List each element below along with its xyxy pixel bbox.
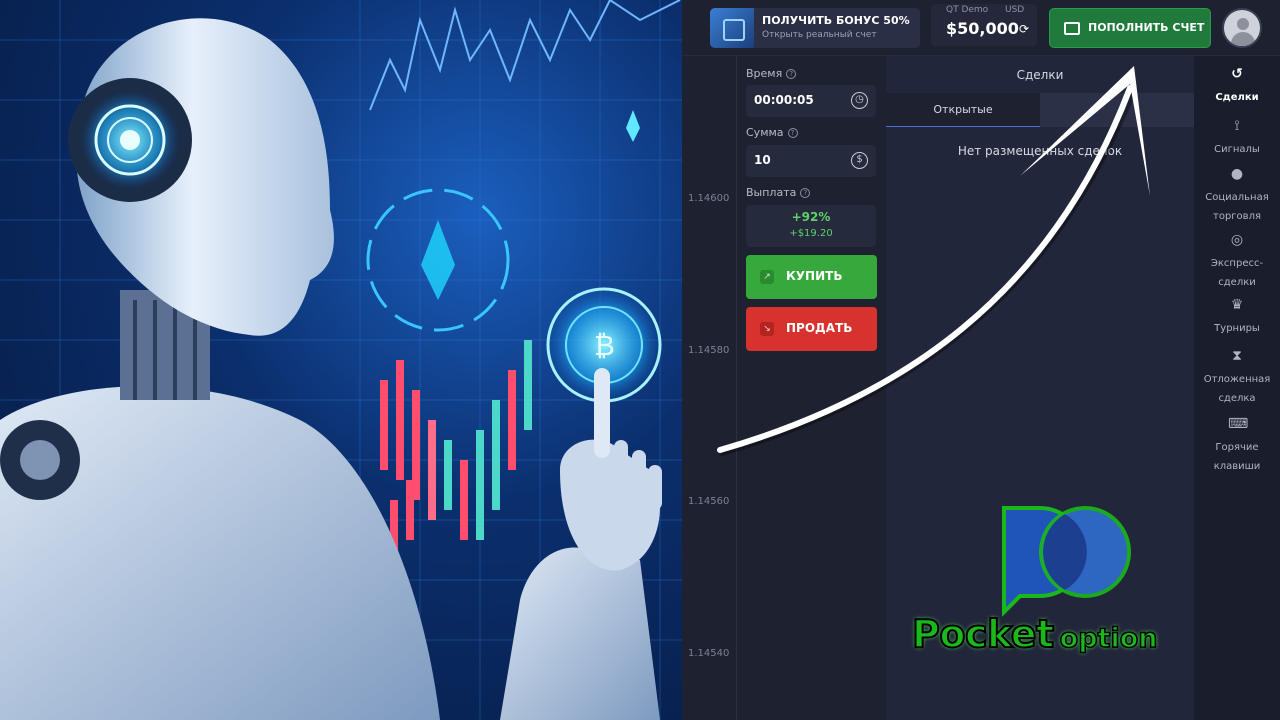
sidebar-item-label: Отложенная сделка [1203, 374, 1271, 404]
account-balance-selector[interactable]: QT Demo USD $50,000 ⟳ [931, 4, 1037, 46]
tab-closed-deals[interactable] [1040, 93, 1194, 127]
chart-price-scale[interactable]: 1.14600 1.14580 1.14560 1.14540 [682, 56, 738, 720]
sidebar-item-deals[interactable]: ↺ Сделки [1194, 66, 1280, 104]
price-line [369, 0, 681, 111]
help-icon[interactable]: ? [787, 128, 798, 138]
deals-title: Сделки [1016, 68, 1064, 82]
deals-tabs: Открытые [886, 93, 1194, 127]
gift-icon [710, 8, 754, 48]
bonus-subtitle: Открыть реальный счет [762, 30, 877, 40]
arrow-down-icon: ↘ [760, 322, 774, 336]
sidebar-item-label: Социальная торговля [1205, 192, 1269, 222]
logo-word-option: option [1059, 622, 1158, 655]
signal-icon: ⟟ [1234, 118, 1240, 134]
bonus-banner-button[interactable]: ПОЛУЧИТЬ БОНУС 50% Открыть реальный счет [710, 8, 920, 48]
top-bar: ПОЛУЧИТЬ БОНУС 50% Открыть реальный счет… [682, 0, 1280, 56]
bonus-title: ПОЛУЧИТЬ БОНУС 50% [762, 14, 910, 27]
keyboard-icon: ⌨ [1228, 416, 1249, 432]
empty-deals-message: Нет размещенных сделок [957, 144, 1123, 158]
sidebar-item-label: Горячие клавиши [1213, 442, 1261, 472]
price-tick: 1.14560 [688, 496, 730, 507]
sidebar-item-pending-deal[interactable]: ⧗ Отложенная сделка [1194, 348, 1280, 405]
payout-label: Выплата [746, 186, 797, 199]
sidebar-item-tournaments[interactable]: ♛ Турниры [1194, 297, 1280, 335]
logo-word-pocket: Pocket [911, 611, 1055, 657]
user-icon-head [1237, 18, 1249, 30]
deposit-label: ПОПОЛНИТЬ СЧЕТ [1088, 21, 1205, 34]
clock-icon[interactable]: ◷ [851, 92, 868, 109]
target-icon: ◎ [1230, 232, 1244, 248]
screen: ₿ ПОЛУЧИТЬ БОНУС 50% Открыть реальный сч… [0, 0, 1280, 720]
wallet-icon [1064, 22, 1080, 35]
payout-label-row: Выплата? [746, 186, 811, 199]
sidebar-item-hotkeys[interactable]: ⌨ Горячие клавиши [1194, 416, 1280, 473]
people-icon: ● [1230, 166, 1244, 182]
sidebar-item-express-deals[interactable]: ◎ Экспресс-сделки [1194, 232, 1280, 289]
arrow-up-icon: ↗ [760, 270, 774, 284]
balance-amount: $50,000 [946, 19, 1019, 38]
amount-label-row: Сумма? [746, 126, 798, 139]
history-icon: ↺ [1231, 66, 1243, 82]
time-value: 00:00:05 [754, 93, 814, 107]
sidebar-item-label: Турниры [1214, 323, 1260, 334]
payout-percent: +92% [791, 210, 831, 224]
sidebar-item-label: Экспресс-сделки [1210, 258, 1264, 288]
buy-label: КУПИТЬ [786, 269, 843, 283]
time-label-row: Время? [746, 67, 797, 80]
avatar[interactable] [1222, 8, 1262, 48]
buy-button[interactable]: ↗ КУПИТЬ [746, 255, 877, 299]
price-tick: 1.14540 [688, 648, 730, 659]
sell-button[interactable]: ↘ ПРОДАТЬ [746, 307, 877, 351]
price-tick: 1.14580 [688, 345, 730, 356]
eth-hologram-icon [421, 220, 455, 300]
pocket-option-logo: Pocket option [911, 611, 1158, 657]
help-icon[interactable]: ? [800, 188, 811, 198]
robot-trading-illustration: ₿ [0, 0, 682, 720]
price-tick: 1.14600 [688, 193, 730, 204]
robot-illustration-svg: ₿ [0, 0, 682, 720]
robot-index-finger [594, 368, 610, 458]
account-type: QT Demo [946, 5, 989, 15]
payout-amount: +$19.20 [789, 228, 833, 239]
sell-label: ПРОДАТЬ [786, 321, 853, 335]
sidebar-item-label: Сделки [1215, 92, 1259, 103]
refresh-icon[interactable]: ⟳ [1019, 22, 1029, 36]
bitcoin-icon: ₿ [594, 329, 615, 362]
hourglass-icon: ⧗ [1232, 348, 1242, 364]
help-icon[interactable]: ? [786, 69, 797, 79]
amount-label: Сумма [746, 126, 784, 139]
amount-input[interactable]: 10 $ [746, 145, 876, 177]
candlesticks [380, 340, 532, 550]
right-sidebar: ↺ Сделки ⟟ Сигналы ● Социальная торговля… [1194, 56, 1280, 720]
payout-box: +92% +$19.20 [746, 205, 876, 247]
amount-value: 10 [754, 153, 771, 167]
account-currency: USD [1005, 5, 1025, 15]
robot-arm [500, 547, 660, 720]
sidebar-item-signals[interactable]: ⟟ Сигналы [1194, 118, 1280, 156]
dollar-icon[interactable]: $ [851, 152, 868, 169]
trade-panel: Время? 00:00:05 ◷ Сумма? 10 $ Выплата? +… [738, 56, 886, 720]
sidebar-item-label: Сигналы [1214, 144, 1260, 155]
chart-divider [736, 56, 737, 720]
small-eth-icon [626, 110, 640, 142]
sidebar-item-social-trading[interactable]: ● Социальная торговля [1194, 166, 1280, 223]
time-label: Время [746, 67, 783, 80]
tab-open-deals[interactable]: Открытые [886, 93, 1040, 127]
trophy-icon: ♛ [1230, 297, 1244, 313]
deposit-button[interactable]: ПОПОЛНИТЬ СЧЕТ [1049, 8, 1211, 48]
time-input[interactable]: 00:00:05 ◷ [746, 85, 876, 117]
user-icon-body [1231, 32, 1255, 46]
